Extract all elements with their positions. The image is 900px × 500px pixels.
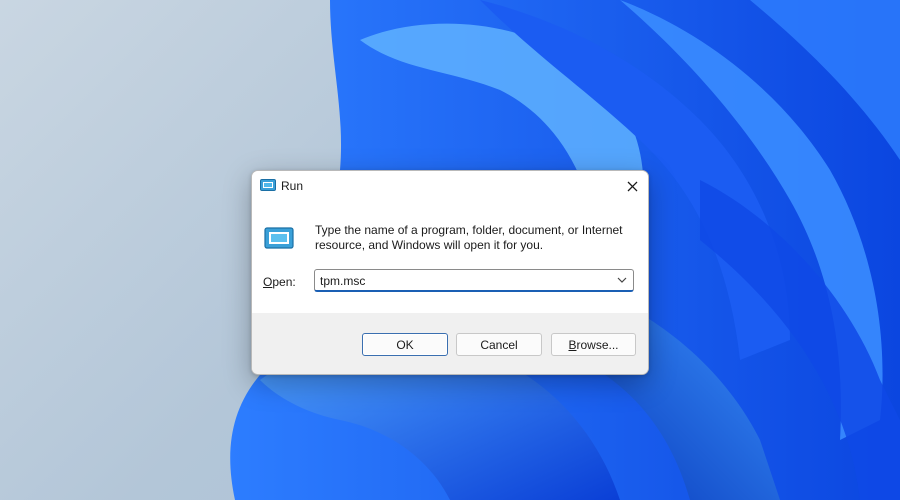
browse-accelerator: B [568,337,577,352]
close-icon [627,181,637,191]
desktop: Run Type the name of a program, folder, … [0,0,900,500]
browse-button[interactable]: Browse... [551,333,636,356]
dialog-body: Type the name of a program, folder, docu… [252,201,648,313]
titlebar[interactable]: Run [252,171,648,201]
close-button[interactable] [616,171,648,201]
open-label-text: pen: [272,275,296,289]
open-label: Open: [263,275,296,289]
browse-label: rowse... [576,337,619,352]
run-dialog: Run Type the name of a program, folder, … [251,170,649,375]
open-combobox[interactable] [314,269,634,292]
open-input[interactable] [320,273,605,288]
window-title: Run [281,179,304,193]
chevron-down-icon[interactable] [615,274,629,286]
ok-button[interactable]: OK [362,333,448,356]
run-program-icon [264,227,294,249]
dialog-footer: OK Cancel Browse... [252,313,648,374]
run-icon [260,179,276,191]
open-label-accelerator: O [263,275,273,289]
dialog-description: Type the name of a program, folder, docu… [315,223,623,252]
cancel-button[interactable]: Cancel [456,333,542,356]
